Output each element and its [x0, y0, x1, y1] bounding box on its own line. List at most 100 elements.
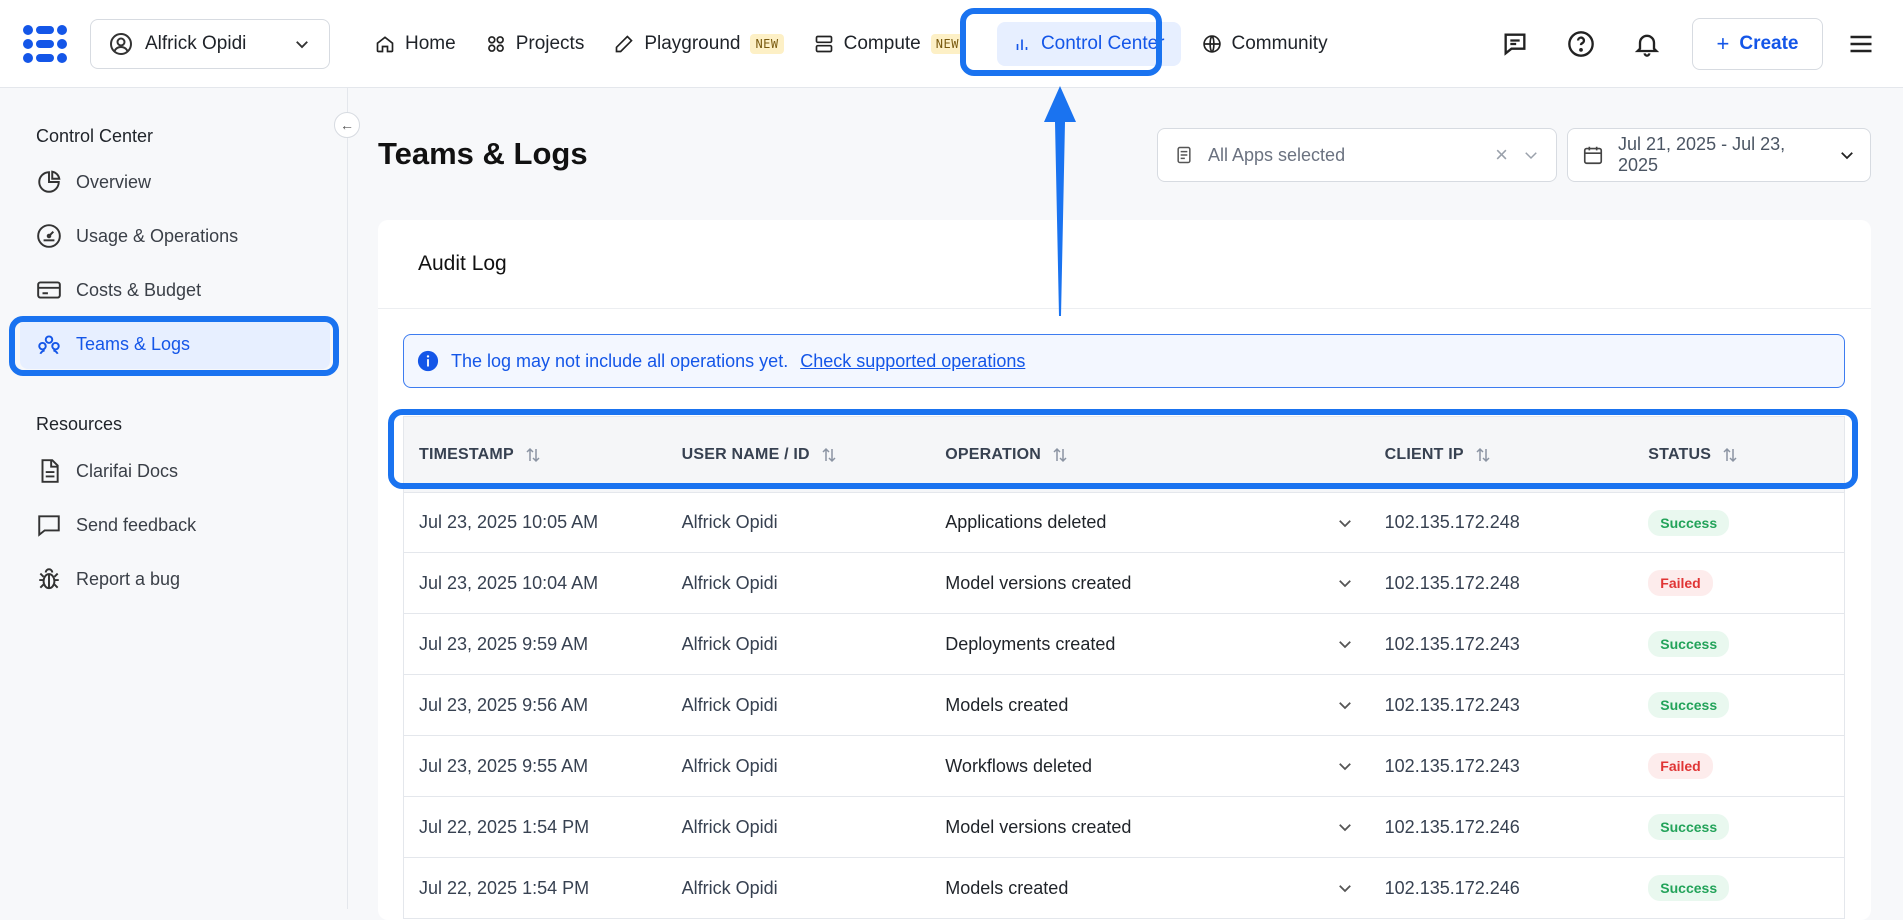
chevron-down-icon	[1525, 152, 1537, 160]
cell-status: Success	[1633, 875, 1844, 901]
cell-status: Failed	[1633, 570, 1844, 596]
hamburger-menu-icon[interactable]	[1847, 30, 1875, 58]
cell-operation: Model versions created	[930, 817, 1369, 838]
operation-label: Model versions created	[945, 816, 1132, 837]
table-row[interactable]: Jul 23, 2025 10:04 AM Alfrick Opidi Model …	[403, 553, 1845, 614]
sidebar-item-report-bug[interactable]: Report a bug	[20, 554, 330, 604]
card-title: Audit Log	[418, 252, 507, 275]
credit-card-icon	[37, 281, 61, 299]
column-header-status[interactable]: STATUS	[1633, 446, 1844, 464]
nav-projects[interactable]: Projects	[471, 22, 600, 66]
cell-user: Alfrick Opidi	[681, 633, 778, 654]
arrow-left-icon: ←	[340, 117, 354, 133]
cell-operation: Models created	[930, 878, 1369, 899]
user-account-dropdown[interactable]: Alfrick Opidi	[90, 19, 330, 69]
bell-icon[interactable]	[1633, 30, 1661, 58]
apps-filter-value: All Apps selected	[1208, 144, 1346, 165]
cell-timestamp: Jul 22, 2025 1:54 PM	[419, 816, 590, 837]
sort-icon	[822, 447, 836, 462]
create-button[interactable]: + Create	[1692, 18, 1823, 70]
sidebar-item-send-feedback[interactable]: Send feedback	[20, 500, 330, 550]
nav-compute[interactable]: Compute NEW	[799, 22, 979, 66]
column-label: TIMESTAMP	[419, 445, 514, 463]
cell-timestamp: Jul 23, 2025 9:56 AM	[419, 694, 589, 715]
clarifai-logo-icon[interactable]	[22, 24, 68, 64]
column-header-client-ip[interactable]: CLIENT IP	[1370, 446, 1634, 464]
table-row[interactable]: Jul 23, 2025 10:05 AM Alfrick Opidi Applic…	[403, 492, 1845, 553]
cell-status: Success	[1633, 509, 1844, 536]
check-supported-operations-link[interactable]: Check supported operations	[800, 351, 1025, 372]
chevron-down-icon[interactable]	[1336, 696, 1354, 714]
operation-label: Models created	[945, 694, 1069, 715]
nav-playground[interactable]: Playground NEW	[599, 22, 798, 66]
cell-operation: Models created	[930, 695, 1369, 716]
table-row[interactable]: Jul 23, 2025 9:59 AM Alfrick Opidi Deploym…	[403, 614, 1845, 675]
help-icon[interactable]	[1567, 30, 1595, 58]
cell-status: Success	[1633, 814, 1844, 840]
audit-log-card: Audit Log The log may not include all op…	[378, 220, 1871, 920]
column-header-timestamp[interactable]: TIMESTAMP	[404, 446, 667, 464]
status-badge: Success	[1648, 875, 1730, 901]
status-badge: Failed	[1648, 753, 1713, 779]
column-header-operation[interactable]: OPERATION	[930, 446, 1369, 464]
user-circle-icon	[110, 33, 132, 55]
chevron-down-icon[interactable]	[1336, 514, 1354, 532]
feedback-message-icon[interactable]	[1501, 30, 1529, 58]
cell-user: Alfrick Opidi	[681, 512, 778, 532]
chevron-down-icon[interactable]	[1336, 635, 1354, 653]
grid-icon	[487, 36, 504, 52]
clear-icon[interactable]: ×	[1495, 142, 1508, 168]
sidebar-item-label: Clarifai Docs	[76, 460, 179, 481]
table-header: TIMESTAMP USER NAME / ID OPERATION CLIEN…	[403, 416, 1845, 492]
new-badge: NEW	[750, 34, 784, 54]
status-badge: Success	[1648, 692, 1730, 718]
cell-status: Failed	[1633, 753, 1844, 779]
operation-label: Models created	[945, 877, 1069, 898]
cell-client-ip: 102.135.172.246	[1384, 877, 1520, 898]
sidebar-item-overview[interactable]: Overview	[20, 157, 330, 207]
chevron-down-icon[interactable]	[1336, 757, 1354, 775]
apps-filter-select[interactable]: All Apps selected ×	[1157, 128, 1557, 182]
cell-timestamp: Jul 23, 2025 9:59 AM	[419, 633, 589, 654]
sidebar-item-usage-operations[interactable]: Usage & Operations	[20, 211, 330, 261]
sidebar-item-label: Report a bug	[76, 568, 181, 589]
status-badge: Success	[1648, 509, 1730, 536]
sidebar: Control Center Overview Usage & Operatio…	[0, 88, 348, 909]
sort-icon	[1476, 447, 1490, 462]
new-badge: NEW	[930, 34, 964, 54]
sort-icon	[1723, 447, 1737, 462]
cell-operation: Workflows deleted	[930, 756, 1369, 777]
sort-icon	[526, 447, 540, 462]
table-row[interactable]: Jul 23, 2025 9:56 AM Alfrick Opidi Models …	[403, 675, 1845, 736]
nav-community[interactable]: Community	[1187, 22, 1343, 66]
sidebar-item-teams-logs[interactable]: Teams & Logs	[20, 319, 330, 369]
chevron-down-icon[interactable]	[1336, 574, 1354, 592]
cell-client-ip: 102.135.172.243	[1384, 633, 1520, 654]
nav-home-label: Home	[405, 33, 456, 54]
table-row[interactable]: Jul 22, 2025 1:54 PM Alfrick Opidi Models …	[403, 858, 1845, 919]
sort-icon	[1053, 447, 1067, 462]
cell-client-ip: 102.135.172.243	[1384, 755, 1520, 776]
column-header-user[interactable]: USER NAME / ID	[667, 446, 931, 464]
info-banner: The log may not include all operations y…	[403, 334, 1845, 388]
nav-compute-label: Compute	[843, 33, 921, 54]
cell-client-ip: 102.135.172.246	[1384, 816, 1520, 837]
nav-home[interactable]: Home	[360, 22, 471, 66]
chevron-down-icon[interactable]	[1336, 879, 1354, 897]
cell-operation: Applications deleted	[930, 512, 1369, 533]
collapse-sidebar-button[interactable]: ←	[334, 112, 360, 138]
cell-client-ip: 102.135.172.248	[1384, 512, 1520, 532]
chevron-down-icon[interactable]	[1336, 818, 1354, 836]
table-row[interactable]: Jul 22, 2025 1:54 PM Alfrick Opidi Model v…	[403, 797, 1845, 858]
table-row[interactable]: Jul 23, 2025 9:55 AM Alfrick Opidi Workflo…	[403, 736, 1845, 797]
sidebar-item-costs-budget[interactable]: Costs & Budget	[20, 265, 330, 315]
sidebar-item-clarifai-docs[interactable]: Clarifai Docs	[20, 446, 330, 496]
column-label: STATUS	[1648, 445, 1712, 463]
top-right-actions: + Create	[1482, 0, 1903, 88]
divider	[378, 308, 1871, 309]
nav-control-center[interactable]: Control Center	[996, 22, 1181, 66]
cell-timestamp: Jul 23, 2025 10:05 AM	[419, 512, 599, 532]
date-range-picker[interactable]: Jul 21, 2025 - Jul 23, 2025	[1567, 128, 1871, 182]
cell-user: Alfrick Opidi	[681, 877, 778, 898]
document-icon	[41, 459, 59, 483]
